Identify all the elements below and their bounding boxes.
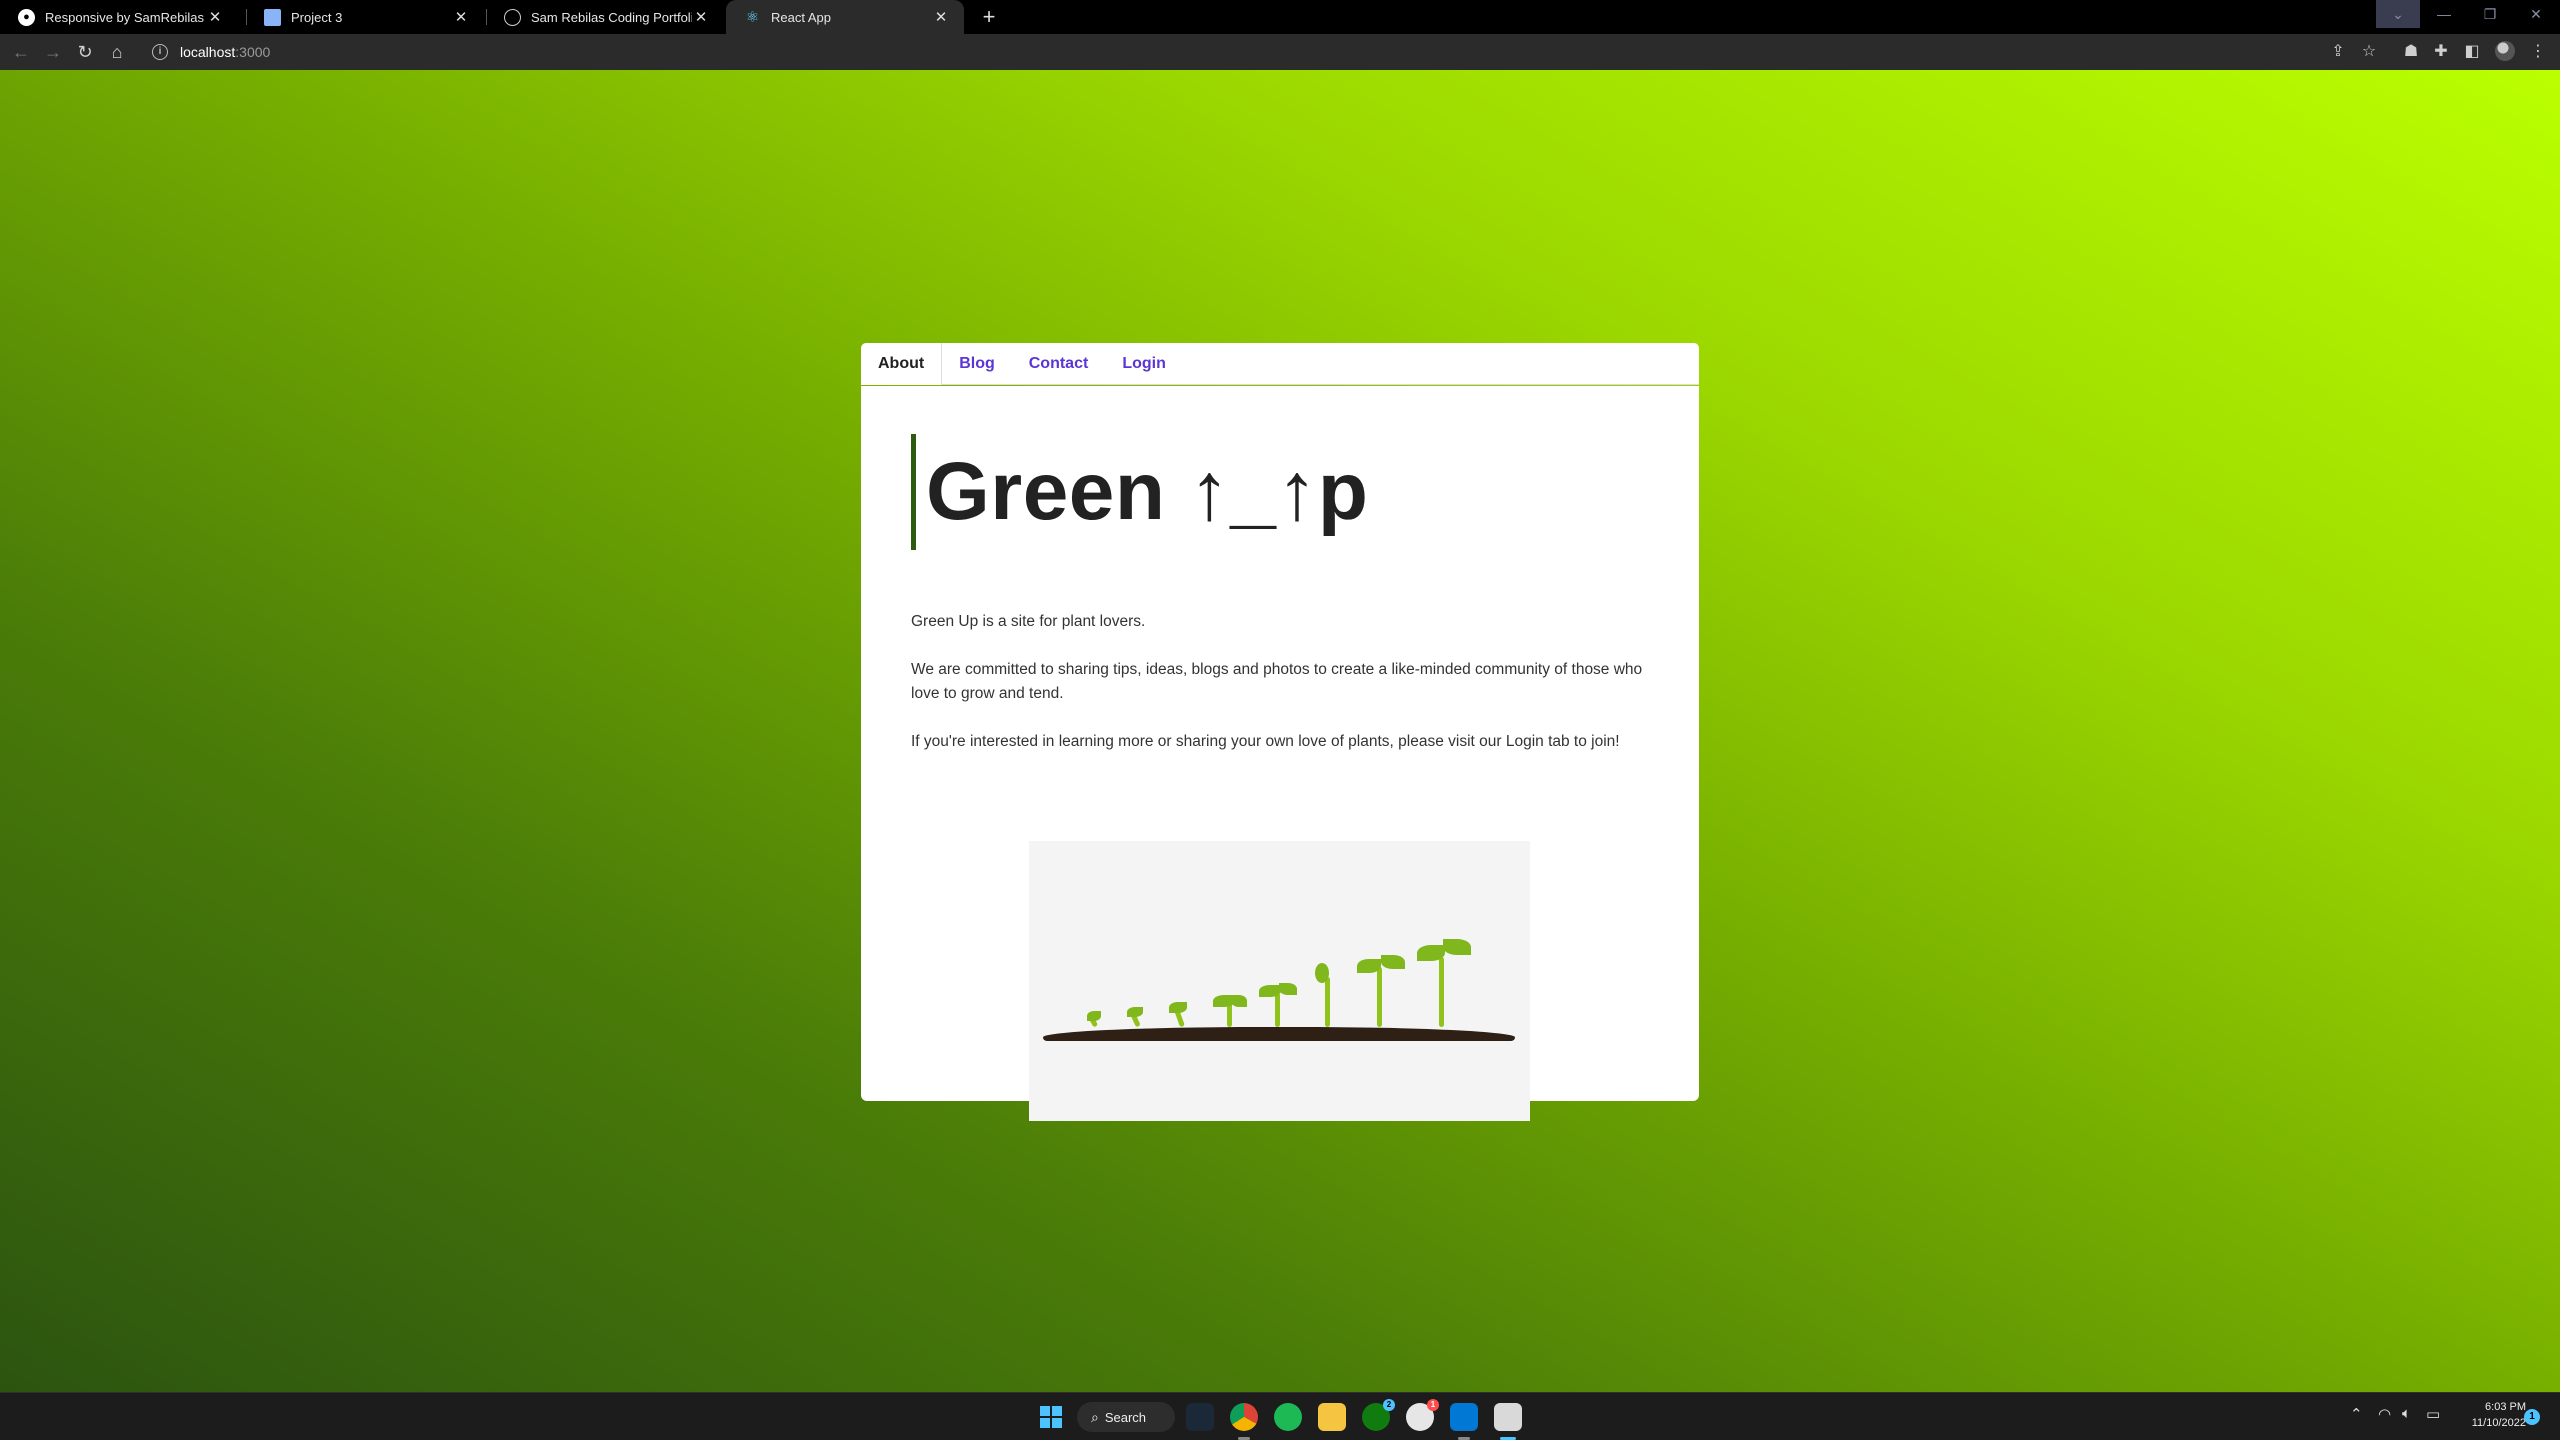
tray-chevron-icon[interactable]: ⌃ [2350,1405,2363,1423]
vscode-icon[interactable] [1450,1403,1478,1431]
new-tab-button[interactable]: + [976,4,1002,30]
nav-tab-about[interactable]: About [861,343,943,385]
soil-illustration [1043,1027,1515,1041]
tab-title: Project 3 [291,9,343,25]
browser-tab-portfolio[interactable]: Sam Rebilas Coding Portfolio ✕ [486,0,724,34]
extensions-puzzle-icon[interactable]: ✚ [2428,39,2454,65]
app-badge: 1 [1427,1399,1439,1411]
profile-avatar[interactable] [2495,41,2515,61]
url-port: :3000 [235,44,271,60]
snipping-tool-icon[interactable] [1494,1403,1522,1431]
browser-tab-github[interactable]: ● Responsive by SamRebilas · Pull Re ✕ [0,0,238,34]
search-label: Search [1104,1409,1147,1425]
forward-arrow-icon[interactable]: → [40,39,66,65]
close-icon[interactable]: ✕ [206,8,224,26]
notification-badge[interactable]: 1 [2524,1409,2540,1425]
clock-time: 6:03 PM [2485,1401,2526,1413]
side-panel-icon[interactable]: ◧ [2459,39,2485,65]
xbox-icon[interactable]: 2 [1362,1399,1395,1431]
bookmark-star-icon[interactable]: ☆ [2356,39,2382,65]
steam-icon[interactable] [1186,1403,1214,1431]
site-title: Green ↑_↑p [926,446,1369,537]
app-icon[interactable]: 1 [1406,1399,1439,1431]
site-nav: About Blog Contact Login [861,343,1699,385]
seedlings-image [1029,841,1530,1121]
about-copy: Green Up is a site for plant lovers. We … [911,610,1671,778]
globe-icon [504,8,521,26]
nav-tab-blog[interactable]: Blog [942,343,1012,385]
clock-date: 11/10/2022 [2471,1417,2526,1429]
chrome-icon[interactable] [1230,1403,1258,1431]
hero-heading-block: Green ↑_↑p [911,434,1368,550]
reload-icon[interactable]: ↻ [72,39,98,65]
extension-badge-icon[interactable]: ☗ [2398,39,2424,65]
intro-paragraph: Green Up is a site for plant lovers. [911,613,1146,630]
menu-kebab-icon[interactable]: ⋮ [2525,39,2551,65]
tab-search-chevron-icon[interactable]: ⌄ [2376,0,2420,28]
file-explorer-icon[interactable] [1318,1403,1346,1431]
address-bar[interactable]: i localhost :3000 [140,37,2340,67]
browser-tab-project3[interactable]: Project 3 ✕ [246,0,484,34]
about-card: Green ↑_↑p Green Up is a site for plant … [861,386,1699,1121]
restore-icon[interactable]: ❐ [2468,0,2512,28]
nav-divider [942,384,1699,385]
taskbar-clock[interactable]: 6:03 PM 11/10/2022 [2456,1399,2526,1431]
back-arrow-icon[interactable]: ← [8,39,34,65]
search-icon: ⌕ [1091,1408,1099,1425]
browser-tab-react-app[interactable]: ⚛ React App ✕ [726,0,964,34]
windows-taskbar: ⌕ Search 2 1 ⌃ ◠ 🔈︎ ▭ 6:03 PM 11/10/2022… [0,1392,2560,1440]
nav-tab-contact[interactable]: Contact [1012,343,1106,385]
volume-icon[interactable]: 🔈︎ [2402,1405,2411,1422]
page-viewport: About Blog Contact Login Green ↑_↑p Gree… [0,70,2560,1392]
home-icon[interactable]: ⌂ [104,39,130,65]
browser-toolbar: ← → ↻ ⌂ i localhost :3000 ⇪ ☆ ☗ ✚ ◧ ⋮ [0,34,2560,70]
window-close-icon[interactable]: ✕ [2514,0,2558,28]
xbox-badge: 2 [1383,1399,1395,1411]
share-icon[interactable]: ⇪ [2325,39,2351,65]
mission-paragraph: We are committed to sharing tips, ideas,… [911,661,1643,702]
tab-title: Sam Rebilas Coding Portfolio [531,9,692,25]
react-icon: ⚛ [745,9,760,26]
github-icon: ● [18,8,35,26]
taskbar-search[interactable]: ⌕ Search [1077,1402,1175,1432]
browser-tab-strip: ● Responsive by SamRebilas · Pull Re ✕ P… [0,0,2560,34]
close-icon[interactable]: ✕ [932,8,950,26]
minimize-icon[interactable]: — [2422,0,2466,28]
close-icon[interactable]: ✕ [452,8,470,26]
join-paragraph: If you're interested in learning more or… [911,733,1620,750]
tab-title: Responsive by SamRebilas · Pull Re [45,9,206,25]
spotify-icon[interactable] [1274,1403,1302,1431]
tab-title: React App [771,9,831,25]
wifi-icon[interactable]: ◠ [2378,1405,2391,1423]
close-icon[interactable]: ✕ [692,8,710,26]
nav-tab-login[interactable]: Login [1105,343,1183,385]
site-info-icon[interactable]: i [152,44,168,60]
url-host: localhost [180,44,236,60]
document-icon [264,8,281,26]
battery-icon[interactable]: ▭ [2426,1405,2440,1423]
windows-start-icon[interactable] [1037,1403,1065,1431]
